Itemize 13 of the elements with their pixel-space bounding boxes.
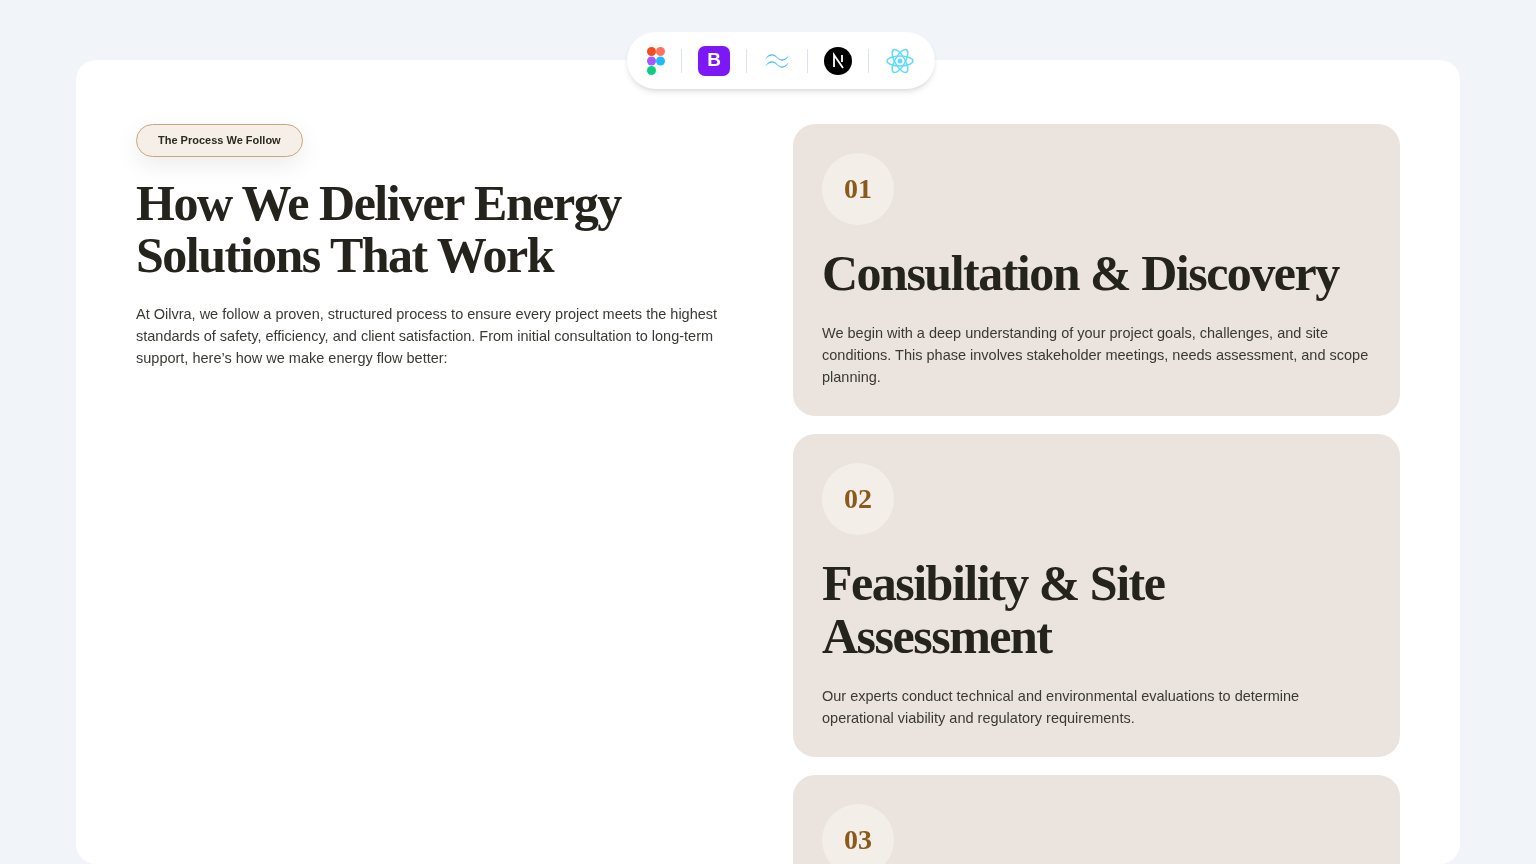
figma-logo-icon[interactable] <box>647 46 665 75</box>
letter-n-logo-icon[interactable] <box>824 46 852 75</box>
intro-paragraph: At Oilvra, we follow a proven, structured process to ensure every project meets the highest standards of safety, efficiency, and client satisfaction. From initial consultation to long-term support, here’s how we make energy flow better: <box>136 304 719 368</box>
bootstrap-logo[interactable]: B <box>698 45 730 76</box>
step-number: 03 <box>822 804 894 864</box>
step-title: Consultation & Discovery <box>822 247 1341 300</box>
step-number: 02 <box>822 463 894 535</box>
section-badge: The Process We Follow <box>136 124 303 157</box>
section-heading: How We Deliver Energy Solutions That Work <box>136 176 623 281</box>
step-description: We begin with a deep understanding of your project goals, challenges, and site conditions. This phase involves stakeholder meetings, needs assessment, and scope planning. <box>822 324 1370 387</box>
step-title: Feasibility & Site Assessment <box>822 557 1166 663</box>
step-number: 01 <box>822 153 894 225</box>
step-description: Our experts conduct technical and environmental evaluations to determine operational viability and regulatory requirements. <box>822 687 1301 728</box>
